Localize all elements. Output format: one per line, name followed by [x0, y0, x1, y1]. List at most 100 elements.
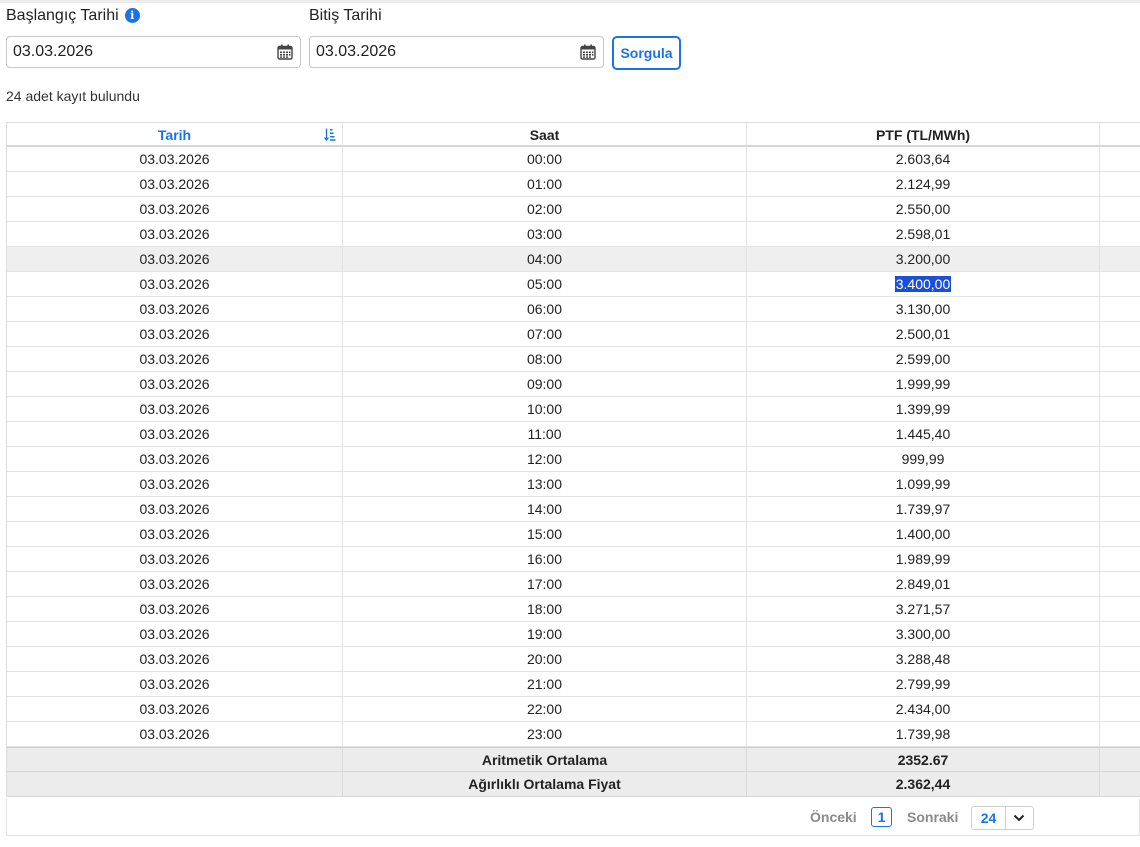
ptf-cell-text: 3.130,00 — [895, 301, 951, 317]
ptf-cell-text: 3.200,00 — [895, 251, 951, 267]
date-cell-text: 03.03.2026 — [139, 326, 210, 342]
table-row[interactable]: 03.03.2026 09:00 1.999,99 — [7, 372, 1140, 397]
table-row[interactable]: 03.03.2026 22:00 2.434,00 — [7, 697, 1140, 722]
date-cell-text: 03.03.2026 — [139, 476, 210, 492]
ptf-cell: 3.400,00 — [747, 272, 1100, 296]
hour-cell: 04:00 — [343, 247, 747, 271]
ptf-cell: 2.599,00 — [747, 347, 1100, 371]
ptf-cell: 3.271,57 — [747, 597, 1100, 621]
table-row[interactable]: 03.03.2026 16:00 1.989,99 — [7, 547, 1140, 572]
ptf-cell-text: 3.400,00 — [894, 276, 952, 292]
table-row[interactable]: 03.03.2026 21:00 2.799,99 — [7, 672, 1140, 697]
table-row[interactable]: 03.03.2026 07:00 2.500,01 — [7, 322, 1140, 347]
page-size-select[interactable]: 24 — [971, 806, 1034, 830]
hour-cell-text: 10:00 — [526, 401, 563, 417]
ptf-cell-text: 2.500,01 — [895, 326, 951, 342]
column-header-hour[interactable]: Saat — [343, 123, 747, 145]
calendar-icon[interactable] — [580, 44, 596, 60]
ptf-cell: 3.288,48 — [747, 647, 1100, 671]
date-cell-text: 03.03.2026 — [139, 701, 210, 717]
table-row[interactable]: 03.03.2026 10:00 1.399,99 — [7, 397, 1140, 422]
hour-cell: 16:00 — [343, 547, 747, 571]
table-row[interactable]: 03.03.2026 23:00 1.739,98 — [7, 722, 1140, 747]
column-header-ptf[interactable]: PTF (TL/MWh) — [747, 123, 1100, 145]
empty-cell — [1100, 722, 1140, 746]
date-cell: 03.03.2026 — [7, 197, 343, 221]
table-row[interactable]: 03.03.2026 18:00 3.271,57 — [7, 597, 1140, 622]
date-cell-text: 03.03.2026 — [139, 451, 210, 467]
calendar-icon[interactable] — [277, 44, 293, 60]
start-date-field[interactable] — [6, 36, 301, 68]
sort-ascending-icon[interactable] — [324, 128, 336, 141]
hour-cell-text: 03:00 — [526, 226, 563, 242]
start-date-input[interactable] — [13, 37, 253, 67]
table-row[interactable]: 03.03.2026 08:00 2.599,00 — [7, 347, 1140, 372]
previous-page-button[interactable]: Önceki — [810, 809, 857, 825]
query-button[interactable]: Sorgula — [612, 36, 681, 70]
hour-cell: 08:00 — [343, 347, 747, 371]
end-date-input[interactable] — [316, 37, 556, 67]
date-cell-text: 03.03.2026 — [139, 201, 210, 217]
table-row[interactable]: 03.03.2026 17:00 2.849,01 — [7, 572, 1140, 597]
hour-cell: 11:00 — [343, 422, 747, 446]
table-header: Tarih Saat PTF (TL/MWh) — [7, 122, 1140, 147]
column-header-date[interactable]: Tarih — [7, 123, 343, 145]
hour-cell-text: 19:00 — [526, 626, 563, 642]
table-row[interactable]: 03.03.2026 15:00 1.400,00 — [7, 522, 1140, 547]
start-date-label: Başlangıç Tarihi i — [6, 7, 140, 25]
date-cell: 03.03.2026 — [7, 147, 343, 171]
table-row[interactable]: 03.03.2026 20:00 3.288,48 — [7, 647, 1140, 672]
ptf-cell-text: 1.099,99 — [895, 476, 951, 492]
date-cell-text: 03.03.2026 — [139, 651, 210, 667]
table-row[interactable]: 03.03.2026 05:00 3.400,00 — [7, 272, 1140, 297]
table-row[interactable]: 03.03.2026 00:00 2.603,64 — [7, 147, 1140, 172]
empty-cell — [1100, 497, 1140, 521]
date-cell-text: 03.03.2026 — [139, 501, 210, 517]
table-row[interactable]: 03.03.2026 12:00 999,99 — [7, 447, 1140, 472]
hour-cell-text: 13:00 — [526, 476, 563, 492]
end-date-field[interactable] — [309, 36, 604, 68]
hour-cell: 07:00 — [343, 322, 747, 346]
empty-cell — [1100, 147, 1140, 171]
table-row[interactable]: 03.03.2026 11:00 1.445,40 — [7, 422, 1140, 447]
hour-cell-text: 08:00 — [526, 351, 563, 367]
table-row[interactable]: 03.03.2026 02:00 2.550,00 — [7, 197, 1140, 222]
ptf-cell: 1.739,97 — [747, 497, 1100, 521]
ptf-cell: 1.400,00 — [747, 522, 1100, 546]
empty-cell — [1100, 697, 1140, 721]
summary-empty-cell — [1100, 772, 1140, 796]
ptf-cell-text: 2.124,99 — [895, 176, 951, 192]
empty-cell — [1100, 347, 1140, 371]
table-row[interactable]: 03.03.2026 14:00 1.739,97 — [7, 497, 1140, 522]
hour-cell-text: 23:00 — [526, 726, 563, 742]
current-page-button[interactable]: 1 — [871, 807, 892, 827]
hour-cell: 23:00 — [343, 722, 747, 746]
table-row[interactable]: 03.03.2026 19:00 3.300,00 — [7, 622, 1140, 647]
table-row[interactable]: 03.03.2026 03:00 2.598,01 — [7, 222, 1140, 247]
hour-cell: 03:00 — [343, 222, 747, 246]
hour-cell: 13:00 — [343, 472, 747, 496]
empty-cell — [1100, 197, 1140, 221]
empty-cell — [1100, 547, 1140, 571]
info-icon[interactable]: i — [124, 8, 140, 23]
ptf-cell-text: 2.799,99 — [895, 676, 951, 692]
date-cell: 03.03.2026 — [7, 497, 343, 521]
end-date-label: Bitiş Tarihi — [309, 7, 382, 24]
start-date-label-text: Başlangıç Tarihi — [6, 7, 119, 24]
record-count: 24 adet kayıt bulundu — [6, 88, 140, 104]
table-row[interactable]: 03.03.2026 13:00 1.099,99 — [7, 472, 1140, 497]
ptf-cell-text: 2.434,00 — [895, 701, 951, 717]
next-page-button[interactable]: Sonraki — [907, 809, 958, 825]
table-row[interactable]: 03.03.2026 04:00 3.200,00 — [7, 247, 1140, 272]
table-row[interactable]: 03.03.2026 01:00 2.124,99 — [7, 172, 1140, 197]
hour-cell: 14:00 — [343, 497, 747, 521]
empty-cell — [1100, 597, 1140, 621]
hour-cell-text: 15:00 — [526, 526, 563, 542]
hour-cell: 06:00 — [343, 297, 747, 321]
table-row[interactable]: 03.03.2026 06:00 3.130,00 — [7, 297, 1140, 322]
empty-cell — [1100, 447, 1140, 471]
empty-cell — [1100, 247, 1140, 271]
hour-cell-text: 21:00 — [526, 676, 563, 692]
date-cell-text: 03.03.2026 — [139, 626, 210, 642]
ptf-cell-text: 1.399,99 — [895, 401, 951, 417]
